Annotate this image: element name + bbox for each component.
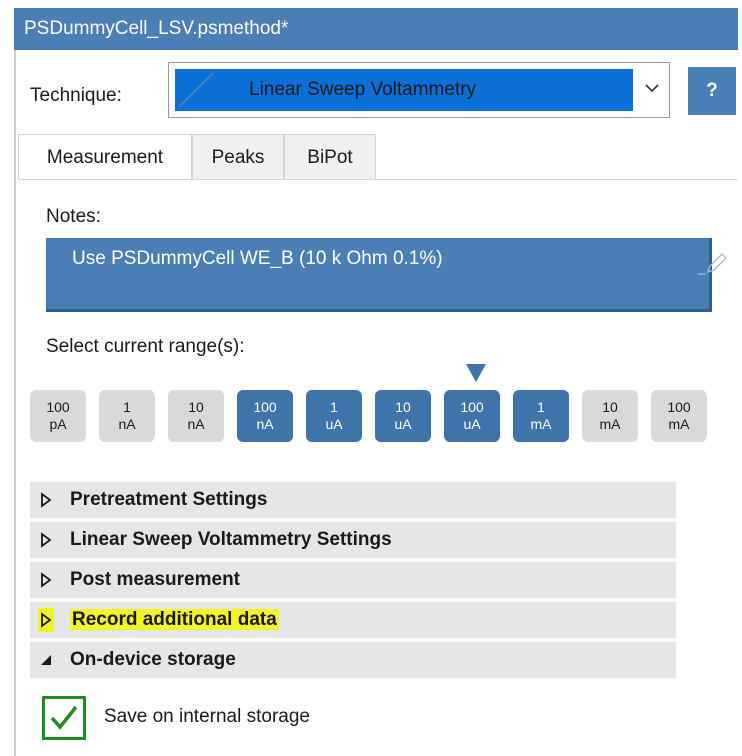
save-internal-storage-checkbox[interactable] <box>42 696 86 740</box>
notes-field[interactable]: Use PSDummyCell WE_B (10 k Ohm 0.1%) <box>46 238 726 312</box>
section-pretreatment-settings[interactable]: Pretreatment Settings <box>30 482 676 518</box>
range-chip-10ua[interactable]: 10 uA <box>375 390 431 442</box>
collapse-arrow-icon <box>41 655 51 665</box>
range-chip-100pa[interactable]: 100 pA <box>30 390 86 442</box>
panel-border <box>14 50 16 756</box>
expand-arrow-icon <box>41 492 52 508</box>
tab-divider <box>18 179 738 180</box>
expand-arrow-icon <box>41 572 52 588</box>
range-chip-10na[interactable]: 10 nA <box>168 390 224 442</box>
save-internal-storage-label: Save on internal storage <box>104 706 310 727</box>
tab-peaks[interactable]: Peaks <box>192 134 284 180</box>
checkmark-icon <box>50 705 78 730</box>
notes-label: Notes: <box>46 206 101 227</box>
technique-select[interactable]: Linear Sweep Voltammetry <box>168 62 670 118</box>
technique-value-text: Linear Sweep Voltammetry <box>249 79 477 100</box>
technique-selected-value: Linear Sweep Voltammetry <box>175 69 633 111</box>
expand-arrow-icon <box>41 532 52 548</box>
section-on-device-storage[interactable]: On-device storage <box>30 642 676 678</box>
chevron-down-icon[interactable] <box>643 79 661 97</box>
technique-label: Technique: <box>30 85 122 106</box>
range-chip-1ma[interactable]: 1 mA <box>513 390 569 442</box>
window-title: PSDummyCell_LSV.psmethod* <box>14 8 738 50</box>
section-label: On-device storage <box>70 649 236 670</box>
help-button[interactable]: ? <box>688 67 736 115</box>
section-label: Post measurement <box>70 569 241 590</box>
section-lsv-settings[interactable]: Linear Sweep Voltammetry Settings <box>30 522 676 558</box>
current-range-label: Select current range(s): <box>46 336 245 357</box>
expand-arrow-icon <box>38 608 54 632</box>
section-label-wrap: Record additional data <box>70 602 279 638</box>
range-chip-100ua[interactable]: 100 uA <box>444 390 500 442</box>
section-label: Linear Sweep Voltammetry Settings <box>70 529 392 550</box>
section-record-additional-data[interactable]: Record additional data <box>30 602 676 638</box>
range-chip-100na[interactable]: 100 nA <box>237 390 293 442</box>
range-chip-10ma[interactable]: 10 mA <box>582 390 638 442</box>
range-chip-1na[interactable]: 1 nA <box>99 390 155 442</box>
highlighted-section-label: Record additional data <box>70 609 279 630</box>
range-chip-1ua[interactable]: 1 uA <box>306 390 362 442</box>
range-marker-icon <box>466 364 486 382</box>
notes-text: Use PSDummyCell WE_B (10 k Ohm 0.1%) <box>72 248 443 269</box>
range-chip-100ma[interactable]: 100 mA <box>651 390 707 442</box>
tab-bipot[interactable]: BiPot <box>284 134 376 180</box>
tab-measurement[interactable]: Measurement <box>18 134 192 180</box>
section-label: Pretreatment Settings <box>70 489 268 510</box>
section-post-measurement[interactable]: Post measurement <box>30 562 676 598</box>
pencil-icon[interactable] <box>698 252 726 276</box>
technique-swatch-icon <box>177 71 215 109</box>
